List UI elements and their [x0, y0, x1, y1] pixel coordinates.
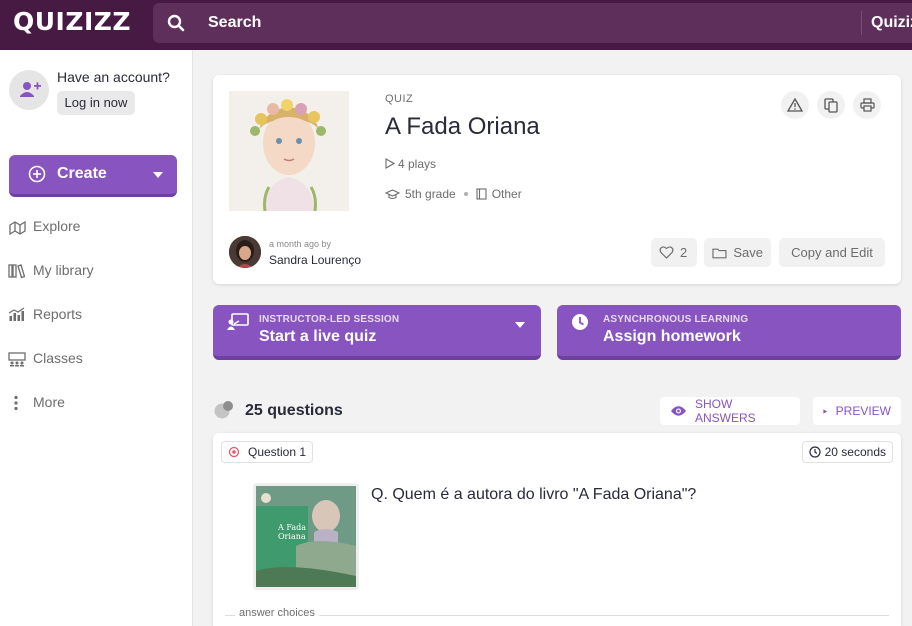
login-button[interactable]: Log in now	[57, 91, 135, 115]
question-image[interactable]: A Fada Oriana	[253, 483, 359, 590]
play-icon	[385, 158, 396, 169]
author-name[interactable]: Sandra Lourenço	[269, 253, 361, 267]
sidebar-item-label: Classes	[33, 350, 83, 366]
sidebar-item-reports[interactable]: Reports	[8, 304, 178, 326]
presentation-icon	[227, 313, 249, 336]
question-text: Q. Quem é a autora do livro "A Fada Oria…	[371, 486, 697, 503]
meta-separator	[463, 192, 468, 196]
grade-label: 5th grade	[405, 187, 456, 201]
plays-text: 4 plays	[398, 157, 437, 171]
copy-icon	[824, 97, 838, 113]
cover-title-line-2: Oriana	[278, 532, 306, 541]
folder-icon	[712, 248, 727, 258]
print-button[interactable]	[853, 91, 881, 119]
explore-icon	[8, 219, 26, 240]
preview-button[interactable]: PREVIEW	[813, 397, 901, 425]
question-count: 25 questions	[245, 402, 343, 419]
sidebar-item-label: More	[33, 394, 65, 410]
sidebar-item-explore[interactable]: Explore	[8, 216, 178, 238]
report-button[interactable]	[781, 91, 809, 119]
heart-icon	[659, 246, 674, 259]
create-label: Create	[57, 165, 107, 182]
sidebar-item-classes[interactable]: Classes	[8, 348, 178, 370]
library-icon	[8, 263, 26, 284]
homework-title: Assign homework	[603, 328, 741, 345]
copy-and-edit-button[interactable]: Copy and Edit	[779, 238, 885, 267]
quiz-cover-image	[229, 91, 349, 211]
sidebar-item-label: Reports	[33, 306, 83, 322]
search-divider	[861, 11, 862, 35]
chevron-down-icon[interactable]	[153, 172, 163, 178]
plus-circle-icon	[28, 165, 46, 188]
search-icon	[167, 14, 185, 37]
subject-label: Other	[491, 187, 522, 201]
search-bar[interactable]: Search Quizizz	[153, 3, 912, 43]
author-avatar[interactable]	[229, 236, 261, 268]
add-user-icon	[20, 82, 41, 97]
copy-button[interactable]	[817, 91, 845, 119]
search-scope-label[interactable]: Quizizz	[871, 14, 912, 32]
question-number: Question 1	[248, 445, 307, 459]
cover-title-line-1: A Fada	[277, 523, 306, 532]
sidebar-item-more[interactable]: More	[8, 392, 178, 414]
reports-icon	[8, 307, 26, 328]
graduation-cap-icon	[385, 188, 400, 199]
print-icon	[859, 98, 875, 112]
answer-choices-label: answer choices	[235, 607, 319, 619]
save-label: Save	[733, 245, 763, 260]
preview-label: PREVIEW	[835, 404, 891, 418]
quizizz-logo[interactable]: QUIZIZZ	[13, 7, 131, 36]
created-ago: a month ago by	[269, 239, 332, 249]
sidebar-item-library[interactable]: My library	[8, 260, 178, 282]
quiz-info-card: QUIZ A Fada Oriana 4 plays 5th grade Oth…	[213, 75, 901, 284]
more-icon	[8, 395, 26, 416]
eye-icon	[670, 406, 687, 416]
time-limit: 20 seconds	[824, 445, 886, 459]
classes-icon	[8, 351, 26, 372]
have-account-text: Have an account?	[57, 69, 170, 85]
quiz-title: A Fada Oriana	[385, 113, 540, 140]
assign-homework-button[interactable]: ASYNCHRONOUS LEARNING Assign homework	[557, 305, 901, 360]
chevron-down-icon[interactable]	[515, 322, 525, 328]
live-session-caption: INSTRUCTOR-LED SESSION	[259, 314, 400, 325]
async-caption: ASYNCHRONOUS LEARNING	[603, 314, 749, 325]
top-bar: QUIZIZZ Search Quizizz	[0, 0, 912, 50]
warning-icon	[787, 98, 803, 112]
like-button[interactable]: 2	[651, 238, 697, 267]
show-answers-label: SHOW ANSWERS	[694, 397, 756, 425]
like-count: 2	[680, 245, 688, 260]
play-icon	[823, 408, 828, 414]
question-card: Question 1 20 seconds A Fada Oriana Q. Q…	[213, 433, 901, 626]
questions-icon	[213, 400, 235, 425]
time-limit-badge: 20 seconds	[801, 441, 893, 463]
question-number-badge: Question 1	[221, 441, 314, 463]
radio-icon	[228, 446, 240, 458]
copy-and-edit-label: Copy and Edit	[791, 245, 873, 260]
sidebar-item-label: Explore	[33, 218, 81, 234]
plays-count: 4 plays	[385, 157, 436, 171]
anonymous-avatar	[9, 70, 49, 110]
sidebar: Have an account? Log in now Create Explo…	[0, 50, 193, 626]
quiz-meta: 5th grade Other	[385, 187, 522, 201]
sidebar-item-label: My library	[33, 262, 94, 278]
clock-icon	[809, 446, 821, 458]
clock-icon	[571, 313, 591, 338]
live-session-title: Start a live quiz	[259, 328, 377, 345]
search-label[interactable]: Search	[208, 14, 261, 32]
save-button[interactable]: Save	[704, 238, 771, 267]
create-button[interactable]: Create	[9, 155, 177, 197]
start-live-quiz-button[interactable]: INSTRUCTOR-LED SESSION Start a live quiz	[213, 305, 541, 360]
show-answers-button[interactable]: SHOW ANSWERS	[660, 397, 800, 425]
book-icon	[476, 188, 487, 200]
answers-divider	[225, 615, 889, 616]
quiz-type-label: QUIZ	[385, 93, 414, 105]
